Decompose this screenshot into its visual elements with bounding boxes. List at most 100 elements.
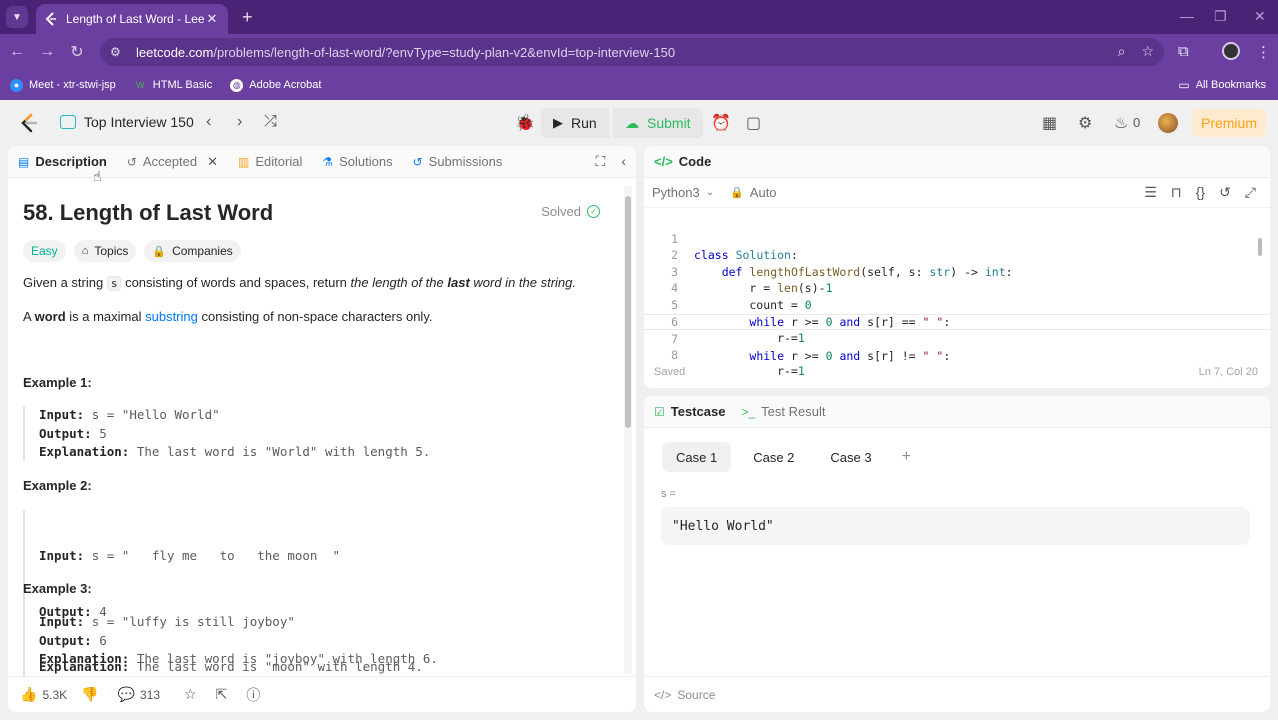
close-tab-icon[interactable]: ✕ [204,11,220,27]
tab-code[interactable]: Code [679,154,712,169]
substring-link[interactable]: substring [145,309,198,324]
browser-tab-active[interactable]: Length of Last Word - LeetCode ✕ [36,4,228,34]
share-button[interactable]: ⇱ [216,686,233,703]
description-scrollbar[interactable] [624,186,632,674]
editor-scrollbar[interactable] [1258,238,1262,256]
code-editor[interactable]: 1 class Solution: 2 def lengthOfLastWord… [644,214,1270,378]
tab-test-result[interactable]: >_ Test Result [741,404,825,419]
case-2-button[interactable]: Case 2 [739,442,808,472]
topics-chip[interactable]: ⌂ Topics [73,240,137,262]
bookmark-meet[interactable]: ● Meet - xtr-stwi-jsp [10,78,116,92]
expand-icon[interactable]: ⤢ [1245,184,1256,201]
collapse-panel-icon[interactable]: ‹ [621,153,626,170]
text: consisting of words and spaces, return [121,275,351,290]
help-button[interactable]: ⓘ [246,685,265,705]
bookmark-adobe-acrobat[interactable]: ◍ Adobe Acrobat [230,78,321,92]
tab-testcase[interactable]: ☑ Testcase [654,404,725,419]
tab-accepted[interactable]: ↺ Accepted ✕ [127,154,218,170]
run-button[interactable]: ▶ Run [541,108,609,138]
scroll-thumb[interactable] [625,196,631,428]
thumbs-down-icon: 👎 [81,686,99,702]
braces-icon[interactable]: {} [1196,184,1205,201]
problem-list-label: Top Interview 150 [84,114,194,130]
description-paragraph-2: A word is a maximal substring consisting… [23,308,432,326]
tab-editorial[interactable]: ▥ Editorial [238,154,302,169]
zoom-icon[interactable]: ⌕ [1118,43,1126,60]
companies-chip[interactable]: 🔒 Companies [144,240,241,262]
prev-problem-icon[interactable]: ‹ [206,113,211,131]
tab-submissions[interactable]: ↺ Submissions [413,154,503,169]
companies-label: Companies [172,244,233,258]
format-icon[interactable]: ☰ [1144,184,1157,201]
submit-button[interactable]: ☁ Submit [613,108,703,138]
notes-icon[interactable]: ▢ [746,113,761,133]
window-close-icon[interactable]: ✕ [1254,8,1266,25]
example-input: s = "Hello World" [91,407,220,422]
back-arrow-icon[interactable]: ← [2,43,32,61]
settings-gear-icon[interactable]: ⚙ [1078,113,1092,133]
description-paragraph-1: Given a string s consisting of words and… [23,274,576,293]
chevron-down-icon[interactable]: ⌄ [706,187,714,198]
maximize-icon[interactable]: ❐ [1214,8,1227,25]
reload-icon[interactable]: ↻ [62,42,92,62]
example-heading: Example 3: [23,581,92,596]
code-line: 5 while r >= 0 and s[r] == " ": [644,280,1270,329]
problem-list-button[interactable]: Top Interview 150 [60,114,194,130]
case-1-button[interactable]: Case 1 [662,442,732,472]
add-case-button[interactable]: + [902,448,911,466]
fullscreen-icon[interactable]: ⛶ [596,153,606,170]
close-tab-icon[interactable]: ✕ [207,154,218,170]
mode-label[interactable]: Auto [750,185,777,200]
site-info-icon[interactable]: ⚙ [110,45,128,59]
description-panel: ▤ Description ↺ Accepted ✕ ▥ Editorial ⚗… [8,146,636,712]
all-bookmarks-button[interactable]: ▭ All Bookmarks [1178,78,1266,92]
premium-button[interactable]: Premium [1192,109,1266,137]
testcase-input[interactable]: "Hello World" [661,507,1250,545]
page-title[interactable]: 58. Length of Last Word [23,200,273,226]
w3schools-icon: W [136,80,145,90]
tab-solutions[interactable]: ⚗ Solutions [322,154,392,169]
leetcode-logo-icon[interactable] [18,112,40,134]
comment-count: 313 [140,687,161,702]
submissions-history-icon: ↺ [412,154,423,169]
study-plan-icon [60,115,76,129]
bookmark-html-basic[interactable]: W HTML Basic [134,79,212,92]
case-3-button[interactable]: Case 3 [816,442,885,472]
history-icon: ↺ [126,154,137,169]
comments-button[interactable]: 💬 313 [118,686,160,703]
browser-menu-icon[interactable]: ⋮ [1256,43,1271,61]
alarm-icon[interactable]: ⏰ [711,113,731,133]
testcase-panel: ☑ Testcase >_ Test Result Case 1 Case 2 … [644,396,1270,712]
forward-arrow-icon[interactable]: → [32,43,62,61]
next-problem-icon[interactable]: › [237,113,242,131]
dislike-button[interactable]: 👎 [81,686,103,703]
source-button[interactable]: Source [677,688,715,702]
comment-bubble-icon: 💬 [117,686,135,702]
leetcode-favicon-icon [44,12,58,26]
url-bar[interactable]: ⚙ leetcode.com/problems/length-of-last-w… [100,38,1164,66]
bookmark-icon[interactable]: ⊓ [1171,184,1182,201]
streak-flame-icon[interactable]: ♨ [1114,113,1128,133]
code-line: 1 class Solution: [644,214,1270,263]
problem-content: 58. Length of Last Word Solved ✓ Easy ⌂ … [8,178,620,678]
example-input: s = "luffy is still joyboy" [91,614,295,629]
tab-description[interactable]: ▤ Description [18,154,107,169]
new-tab-button[interactable]: + [242,7,253,28]
debugger-icon[interactable]: 🐞 [515,113,535,133]
tab-label: Description [35,154,107,169]
tab-search-chevron-icon[interactable]: ▼ [6,6,28,28]
extensions-icon[interactable]: ⧉ [1178,43,1189,60]
profile-avatar[interactable] [1222,42,1240,60]
like-button[interactable]: 👍 5.3K [20,686,67,703]
layout-grid-icon[interactable]: ▦ [1042,113,1057,133]
bookmark-star-icon[interactable]: ☆ [1141,43,1154,60]
minimize-icon[interactable]: — [1180,8,1194,24]
example-block: Input: s = "luffy is still joyboy" Outpu… [23,613,613,669]
user-avatar[interactable] [1158,113,1178,133]
browser-tab-title: Length of Last Word - LeetCode [66,12,204,26]
favorite-button[interactable]: ☆ [184,686,202,703]
language-select[interactable]: Python3 [652,185,700,200]
reset-icon[interactable]: ↺ [1219,184,1231,201]
browser-tab-strip: ▼ Length of Last Word - LeetCode ✕ + — ❐… [0,0,1278,34]
shuffle-icon[interactable]: ⤮ [264,113,277,131]
